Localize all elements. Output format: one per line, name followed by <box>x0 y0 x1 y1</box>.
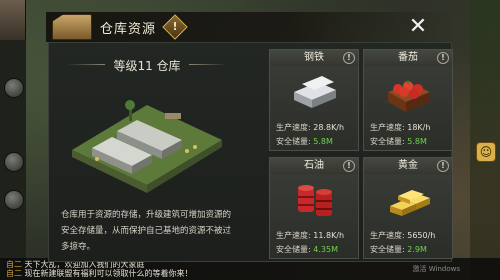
safe-storage-label: 安全储量: <box>370 245 405 254</box>
production-rate: 生产速度: 5650/h <box>370 230 435 241</box>
safe-storage-label: 安全储量: <box>276 245 311 254</box>
safe-storage: 安全储量: 2.9M <box>370 244 427 255</box>
production-rate: 生产速度: 18K/h <box>370 122 430 133</box>
tomato-crate-icon <box>388 80 430 112</box>
safe-storage-label: 安全储量: <box>370 137 405 146</box>
gold-bar-icon <box>390 190 430 216</box>
warehouse-section: 等级11 仓库 仓库用于资源的存储，升级建筑可增加资源的安全存储量，从而保护自己… <box>57 49 237 257</box>
safe-storage: 安全储量: 5.8M <box>276 136 333 147</box>
resource-card-tomato[interactable]: 番茄 ! 生产速度: 18K/h 安全储量: 5.8M <box>363 49 453 151</box>
resource-card-gold[interactable]: 黄金 ! 生产速度: 5650/h 安全储量: 2.9M <box>363 157 453 259</box>
resource-info-icon[interactable]: ! <box>343 160 355 172</box>
resource-info-icon[interactable]: ! <box>437 52 449 64</box>
warehouse-dialog: 仓库资源 ! ✕ 等级11 仓库 仓库用于资源的存储，升级建筑可增加资源的安全存… <box>46 12 454 268</box>
chat-message: 现在新建联盟有福利可以领取什么的等着你来！ <box>24 269 193 278</box>
oil-barrel-icon <box>298 185 332 216</box>
production-rate-label: 生产速度: <box>276 123 311 132</box>
production-rate-value: 11.8K/h <box>313 231 345 240</box>
production-rate-value: 5650/h <box>407 231 436 240</box>
production-rate-value: 18K/h <box>407 123 431 132</box>
player-avatar[interactable] <box>0 0 26 40</box>
resource-info-icon[interactable]: ! <box>437 160 449 172</box>
dialog-title-bar: 仓库资源 ! ✕ <box>46 12 454 42</box>
warehouse-icon <box>52 14 92 40</box>
chat-prefix: 自二 <box>6 260 22 269</box>
production-rate: 生产速度: 11.8K/h <box>276 230 344 241</box>
warehouse-description: 仓库用于资源的存储，升级建筑可增加资源的安全存储量，从而保护自己基地的资源不被过… <box>61 210 232 252</box>
info-icon: ! <box>172 20 178 33</box>
safe-storage: 安全储量: 4.35M <box>276 244 338 255</box>
right-toolbar <box>470 0 500 280</box>
production-rate: 生产速度: 28.8K/h <box>276 122 344 133</box>
production-rate-label: 生产速度: <box>370 231 405 240</box>
warehouse-level-title: 等级11 仓库 <box>57 57 237 74</box>
safe-storage-label: 安全储量: <box>276 137 311 146</box>
safe-storage-value: 5.8M <box>313 137 333 146</box>
resource-card-oil[interactable]: 石油 ! 生产速度: 11.8K/h 安全储量: 4.35M <box>269 157 359 259</box>
steel-ingot-icon <box>294 76 336 108</box>
safe-storage-value: 2.9M <box>407 245 427 254</box>
chat-prefix: 自二 <box>6 269 22 278</box>
dialog-panel: 等级11 仓库 仓库用于资源的存储，升级建筑可增加资源的安全存储量，从而保护自己… <box>48 42 453 262</box>
info-button[interactable]: ! <box>162 14 188 40</box>
resource-info-icon[interactable]: ! <box>343 52 355 64</box>
production-rate-label: 生产速度: <box>276 231 311 240</box>
left-toolbar-button[interactable] <box>4 190 24 210</box>
left-toolbar <box>0 40 26 260</box>
resource-card-steel[interactable]: 钢铁 ! 生产速度: 28.8K/h 安全储量: 5.8M <box>269 49 359 151</box>
left-toolbar-button[interactable] <box>4 152 24 172</box>
left-toolbar-button[interactable] <box>4 78 24 98</box>
production-rate-label: 生产速度: <box>370 123 405 132</box>
close-button[interactable]: ✕ <box>406 16 430 40</box>
safe-storage-value: 4.35M <box>313 245 338 254</box>
safe-storage-value: 5.8M <box>407 137 427 146</box>
safe-storage: 安全储量: 5.8M <box>370 136 427 147</box>
dialog-title: 仓库资源 <box>100 22 157 37</box>
emote-icon[interactable]: ☺ <box>476 142 496 162</box>
production-rate-value: 28.8K/h <box>313 123 345 132</box>
warehouse-building-image <box>72 100 222 193</box>
